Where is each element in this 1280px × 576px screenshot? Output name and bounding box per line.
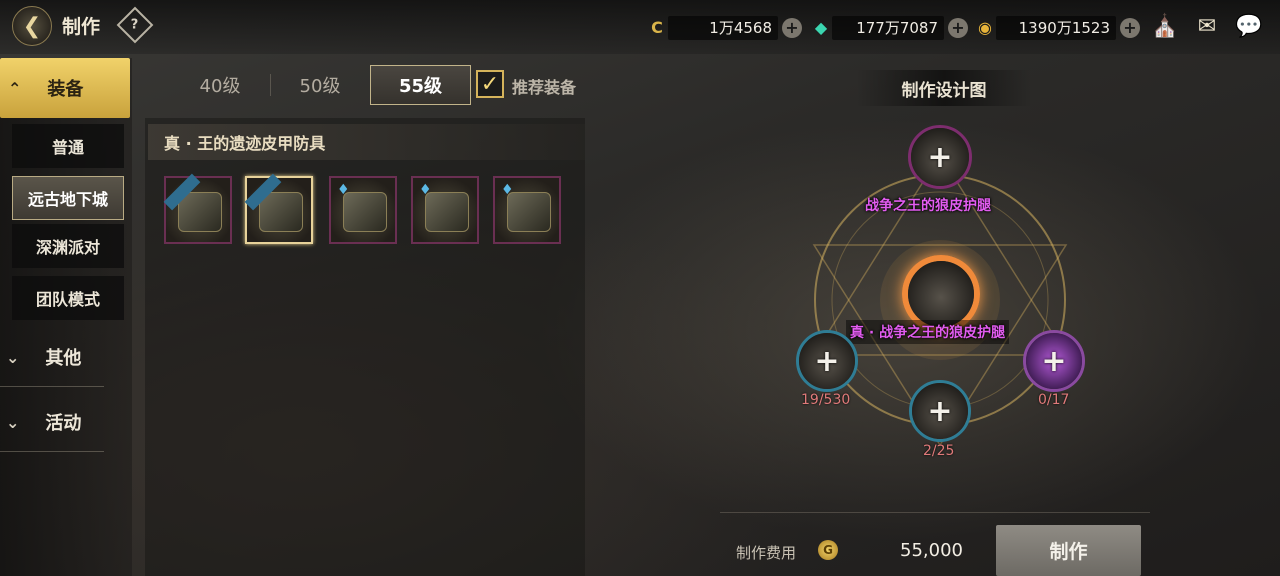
- material-slot-left[interactable]: +: [796, 330, 858, 392]
- armor-icon[interactable]: [163, 173, 232, 244]
- add-icon: +: [814, 343, 840, 379]
- equipment-image: [259, 192, 303, 232]
- add-stamina-button[interactable]: +: [782, 17, 802, 38]
- leg-armor-icon[interactable]: [244, 173, 313, 244]
- design-title: 制作设计图: [856, 70, 1032, 106]
- treasure-chest-icon[interactable]: ⛪: [1150, 12, 1180, 40]
- sub-item-normal[interactable]: 普通: [12, 124, 124, 168]
- chevron-down-icon: ⌄: [6, 412, 20, 432]
- material-count: 2/25: [923, 443, 955, 459]
- top-design-node[interactable]: +: [908, 125, 972, 189]
- add-gold-button[interactable]: +: [1120, 17, 1140, 38]
- add-icon: +: [1041, 343, 1067, 379]
- gem-value: 177万7087: [832, 15, 944, 40]
- crafting-diagram: + 战争之王的狼皮护腿 真 · 战争之王的狼皮护腿 + 19/530 + 2/2…: [780, 115, 1100, 465]
- add-icon: +: [927, 393, 953, 429]
- recommend-checkbox[interactable]: ✓: [476, 70, 504, 98]
- craft-button[interactable]: 制作: [996, 525, 1141, 576]
- category-label: 装备: [47, 79, 84, 100]
- sub-item-raid-mode[interactable]: 团队模式: [12, 276, 124, 320]
- divider: [270, 74, 271, 96]
- category-event[interactable]: ⌄ 活动: [0, 398, 130, 446]
- sub-item-abyss-party[interactable]: 深渊派对: [12, 224, 124, 268]
- stamina-currency: C 1万4568 +: [646, 14, 802, 41]
- gold-currency: ◉ 1390万1523 +: [974, 14, 1140, 41]
- equipment-image: [507, 192, 551, 232]
- material-count: 19/530: [801, 392, 851, 408]
- gold-coin-icon: ◉: [978, 18, 992, 37]
- belt-icon[interactable]: ♦: [411, 176, 479, 244]
- center-node-name: 真 · 战争之王的狼皮护腿: [846, 320, 1010, 344]
- equipment-image: [343, 192, 387, 232]
- divider: [720, 512, 1150, 513]
- material-count: 0/17: [1038, 392, 1070, 408]
- leg-armor-icon: [908, 261, 974, 327]
- back-arrow-icon[interactable]: ❮: [12, 6, 52, 46]
- divider: [0, 386, 104, 387]
- green-gem-icon: ◆: [814, 18, 828, 37]
- chevron-up-icon: ⌃: [8, 78, 22, 98]
- chat-icon[interactable]: 💬: [1234, 12, 1264, 40]
- divider: [0, 451, 104, 452]
- cost-label: 制作费用: [736, 544, 797, 562]
- blue-gem-icon: ♦: [337, 182, 350, 198]
- cost-value: 55,000: [900, 540, 963, 561]
- material-slot-bottom[interactable]: +: [909, 380, 971, 442]
- tab-level-50[interactable]: 50级: [272, 66, 368, 104]
- tab-level-40[interactable]: 40级: [170, 66, 270, 104]
- add-gem-button[interactable]: +: [948, 17, 968, 38]
- category-label: 其他: [45, 348, 82, 369]
- blue-gem-icon: ♦: [501, 182, 514, 198]
- material-slot-right[interactable]: +: [1023, 330, 1085, 392]
- page-title: 制作: [62, 16, 101, 38]
- category-label: 活动: [45, 413, 82, 434]
- category-equipment[interactable]: ⌃ 装备: [0, 58, 130, 118]
- shoulder-armor-icon[interactable]: ♦: [329, 176, 397, 244]
- sub-item-ancient-dungeon[interactable]: 远古地下城: [12, 176, 124, 220]
- category-other[interactable]: ⌄ 其他: [0, 333, 130, 381]
- stamina-value: 1万4568: [668, 15, 778, 40]
- equipment-image: [178, 192, 222, 232]
- gem-currency: ◆ 177万7087 +: [810, 14, 968, 41]
- equipment-image: [425, 192, 469, 232]
- top-node-name: 战争之王的狼皮护腿: [865, 198, 991, 214]
- tab-level-55[interactable]: 55级: [370, 65, 471, 105]
- blue-gem-icon: ♦: [419, 182, 432, 198]
- category-sidebar: ⌃ 装备 普通 远古地下城 深渊派对 团队模式 ⌄ 其他 ⌄ 活动: [0, 58, 132, 576]
- gold-coin-icon: G: [818, 540, 838, 560]
- mail-icon[interactable]: ✉: [1192, 12, 1222, 40]
- item-set-title: 真 · 王的遗迹皮甲防具: [148, 124, 585, 160]
- recommend-label: 推荐装备: [512, 78, 577, 97]
- boots-icon[interactable]: ♦: [493, 176, 561, 244]
- chevron-down-icon: ⌄: [6, 347, 20, 367]
- gold-value: 1390万1523: [996, 15, 1116, 40]
- add-icon: +: [927, 139, 953, 175]
- c-coin-icon: C: [651, 18, 663, 37]
